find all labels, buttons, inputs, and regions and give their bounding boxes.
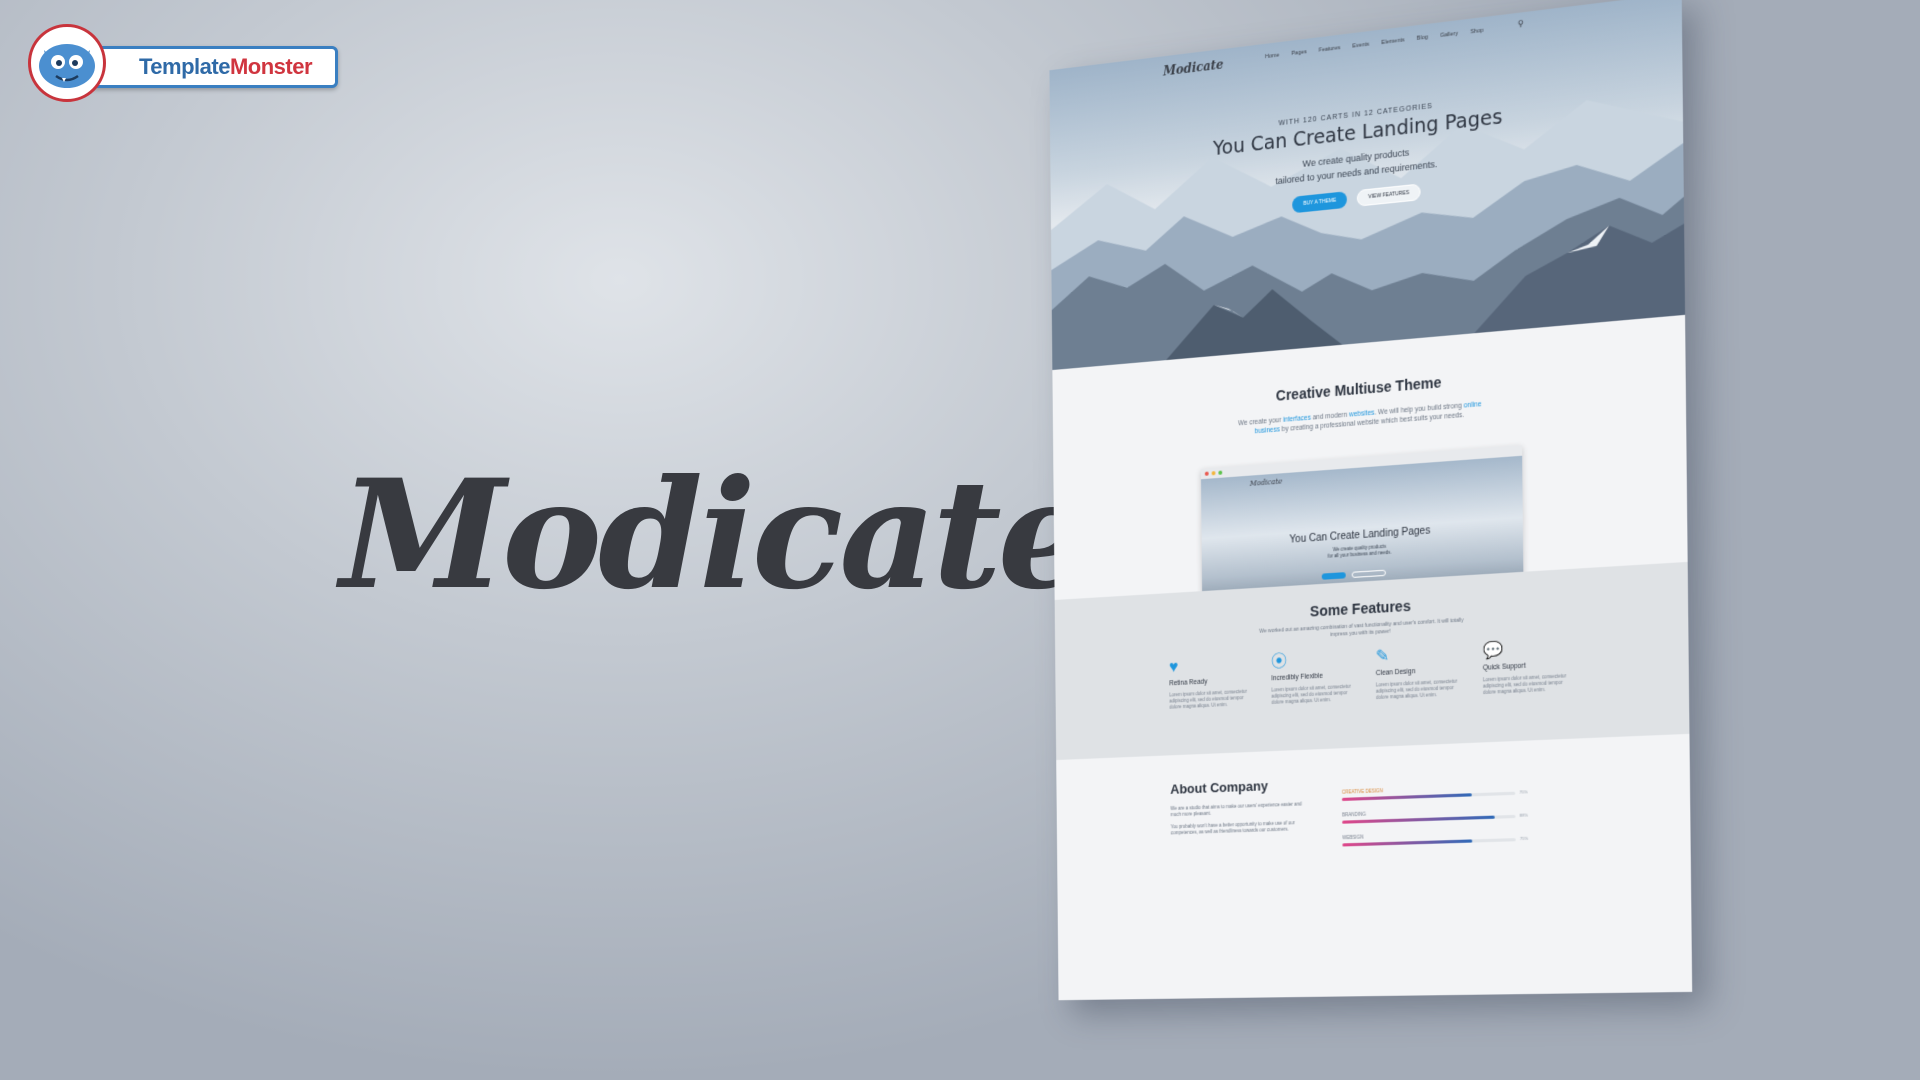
- preview-logo: Modicate: [1249, 477, 1283, 488]
- nav-link-events[interactable]: Events: [1352, 41, 1369, 49]
- theme-mockup-stage: Modicate Home Pages Features Events Elem…: [1049, 0, 1693, 1010]
- feature-title: Incredibly Flexible: [1271, 672, 1323, 683]
- about-title: About Company: [1170, 777, 1268, 797]
- mockup-nav-logo[interactable]: Modicate: [1163, 57, 1224, 79]
- skill-bar: BRANDING 88%: [1342, 806, 1528, 824]
- features-list: ♥ Retina Ready Lorem ipsum dolor sit ame…: [1169, 637, 1572, 711]
- feature-item: ♥ Retina Ready Lorem ipsum dolor sit ame…: [1169, 654, 1252, 711]
- logo-wordmark: Template Monster: [78, 46, 338, 88]
- skill-fill: [1341, 793, 1472, 801]
- nav-link-features[interactable]: Features: [1319, 45, 1341, 54]
- feature-title: Retina Ready: [1169, 678, 1208, 688]
- features-description: We worked out an amazing combination of …: [1259, 617, 1464, 639]
- heart-pulse-icon: ♥: [1169, 658, 1179, 677]
- feature-desc: Lorem ipsum dolor sit amet, consectetur …: [1375, 678, 1458, 701]
- skill-fill: [1342, 839, 1472, 847]
- monster-mascot-icon: [28, 24, 106, 102]
- minimize-dot-icon: [1211, 471, 1216, 476]
- skill-percent: 75%: [1519, 789, 1528, 795]
- feature-desc: Lorem ipsum dolor sit amet, consectetur …: [1482, 673, 1567, 696]
- nav-link-pages[interactable]: Pages: [1291, 49, 1307, 57]
- feature-title: Quick Support: [1482, 662, 1526, 672]
- link-websites[interactable]: websites: [1349, 409, 1374, 418]
- skill-fill: [1342, 815, 1495, 824]
- about-paragraph-2: You probably won't have a better opportu…: [1170, 820, 1295, 836]
- nav-link-gallery[interactable]: Gallery: [1440, 31, 1458, 39]
- about-section: About Company We are a studio that aims …: [1056, 733, 1693, 1001]
- skill-percent: 75%: [1519, 835, 1529, 842]
- skill-percent: 88%: [1519, 812, 1528, 818]
- nav-link-blog[interactable]: Blog: [1417, 34, 1428, 42]
- chat-bubbles-icon: 💬: [1482, 641, 1504, 661]
- mockup-hero: Modicate Home Pages Features Events Elem…: [1049, 0, 1686, 371]
- link-interfaces[interactable]: interfaces: [1283, 415, 1311, 424]
- skills-list: CREATIVE DESIGN 75% BRANDING 88% WEBSIGN: [1341, 783, 1529, 858]
- compass-icon: ⦿: [1271, 652, 1288, 672]
- nav-link-home[interactable]: Home: [1265, 52, 1279, 60]
- skill-bar: CREATIVE DESIGN 75%: [1341, 783, 1528, 801]
- maximize-dot-icon: [1218, 470, 1223, 475]
- about-paragraph-1: We are a studio that aims to make our us…: [1170, 801, 1302, 818]
- theme-mockup-page: Modicate Home Pages Features Events Elem…: [1049, 0, 1693, 1001]
- feature-item: 💬 Quick Support Lorem ipsum dolor sit am…: [1483, 637, 1572, 696]
- brand-title: Modicate: [340, 447, 1093, 623]
- templatemonster-logo[interactable]: Template Monster: [28, 24, 338, 104]
- preview-secondary-button: [1351, 569, 1386, 578]
- nav-link-elements[interactable]: Elements: [1381, 37, 1404, 46]
- nav-link-shop[interactable]: Shop: [1470, 28, 1483, 36]
- close-dot-icon: [1204, 471, 1209, 476]
- skill-bar: WEBSIGN 75%: [1342, 829, 1529, 847]
- feature-desc: Lorem ipsum dolor sit amet, consectetur …: [1169, 688, 1247, 710]
- feature-item: ✎ Clean Design Lorem ipsum dolor sit ame…: [1376, 643, 1463, 702]
- feature-desc: Lorem ipsum dolor sit amet, consectetur …: [1271, 683, 1351, 705]
- feature-title: Clean Design: [1375, 668, 1416, 678]
- search-icon[interactable]: ⚲: [1518, 19, 1524, 29]
- feature-item: ⦿ Incredibly Flexible Lorem ipsum dolor …: [1271, 648, 1356, 706]
- logo-text-template: Template: [139, 54, 230, 79]
- logo-text-monster: Monster: [229, 54, 313, 79]
- edit-icon: ✎: [1375, 647, 1390, 666]
- preview-primary-button: [1321, 572, 1346, 580]
